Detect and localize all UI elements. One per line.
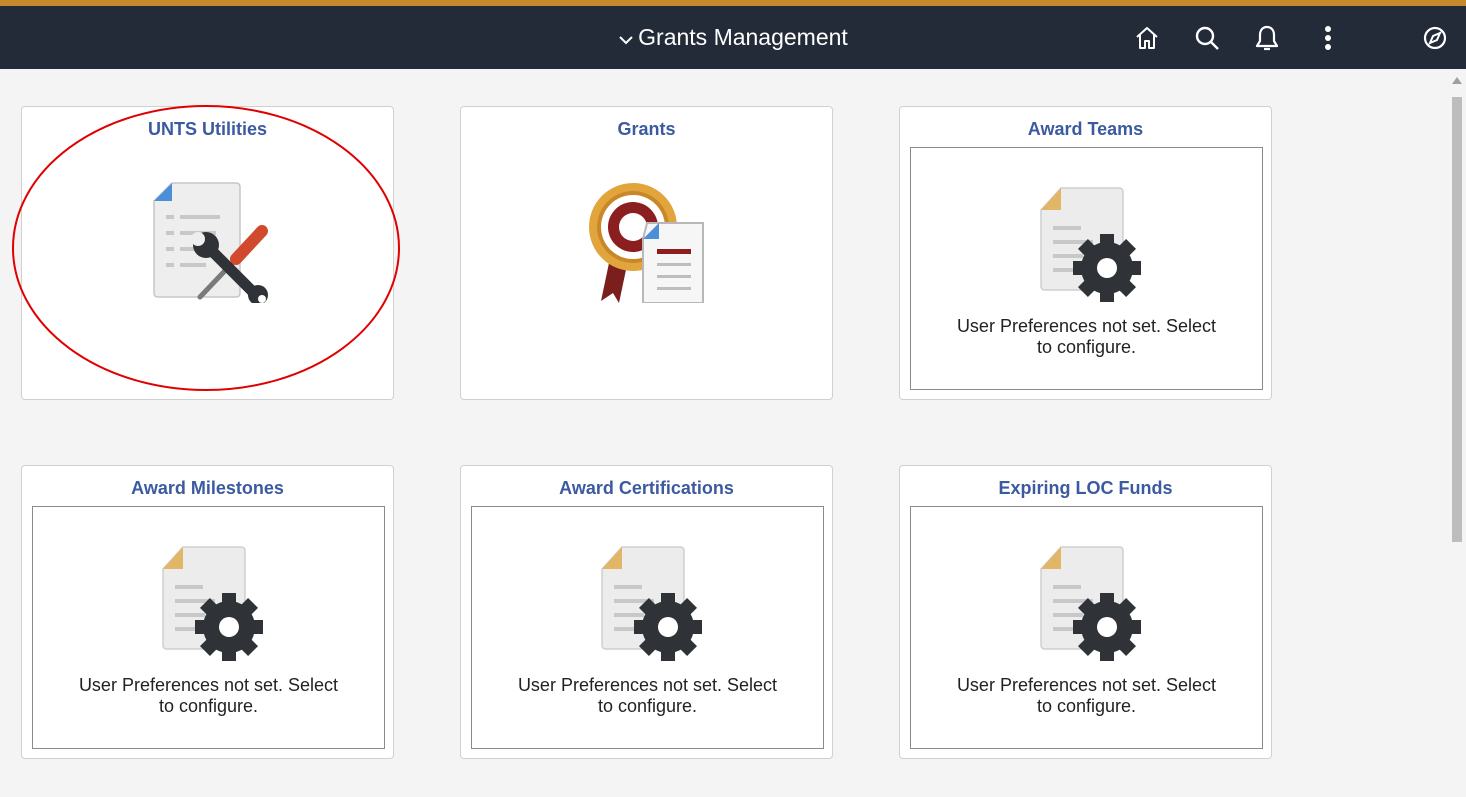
search-icon[interactable] xyxy=(1190,21,1224,55)
more-vertical-icon[interactable] xyxy=(1311,21,1345,55)
document-tools-icon xyxy=(150,179,274,308)
page-title: Grants Management xyxy=(638,24,848,50)
tile-grants[interactable]: Grants xyxy=(460,106,833,400)
configure-message: User Preferences not set. Select to conf… xyxy=(78,675,339,716)
tile-unts-utilities[interactable]: UNTS Utilities xyxy=(21,106,394,400)
tile-title: UNTS Utilities xyxy=(147,119,267,139)
document-gear-icon xyxy=(596,545,706,663)
tile-title: Expiring LOC Funds xyxy=(998,478,1173,498)
document-gear-icon xyxy=(1035,545,1145,663)
navigation-title-dropdown[interactable]: Grants Management xyxy=(0,6,1466,69)
award-ribbon-document-icon xyxy=(587,179,711,308)
tile-content-area[interactable]: User Preferences not set. Select to conf… xyxy=(910,506,1263,749)
tile-title: Award Milestones xyxy=(131,478,284,498)
scroll-up-arrow-icon[interactable] xyxy=(1452,77,1462,84)
home-icon[interactable] xyxy=(1130,21,1164,55)
configure-message: User Preferences not set. Select to conf… xyxy=(956,675,1217,716)
configure-message: User Preferences not set. Select to conf… xyxy=(956,316,1217,357)
tile-award-certifications[interactable]: Award Certifications User Preferences no… xyxy=(460,465,833,759)
tile-title: Award Certifications xyxy=(559,478,734,498)
tile-content-area[interactable]: User Preferences not set. Select to conf… xyxy=(471,506,824,749)
scrollbar-thumb[interactable] xyxy=(1452,97,1462,542)
top-navigation-bar: Grants Management xyxy=(0,6,1466,69)
tile-content-area[interactable]: User Preferences not set. Select to conf… xyxy=(910,147,1263,390)
compass-icon[interactable] xyxy=(1418,21,1452,55)
document-gear-icon xyxy=(157,545,267,663)
document-gear-icon xyxy=(1035,186,1145,304)
tile-grid: UNTS Utilities Grants Award Teams User P… xyxy=(0,69,1448,797)
tile-title: Grants xyxy=(617,119,676,139)
configure-message: User Preferences not set. Select to conf… xyxy=(517,675,778,716)
chevron-down-icon xyxy=(618,25,634,52)
tile-content-area[interactable]: User Preferences not set. Select to conf… xyxy=(32,506,385,749)
vertical-scrollbar[interactable] xyxy=(1448,69,1466,797)
tile-expiring-loc-funds[interactable]: Expiring LOC Funds User Preferences not … xyxy=(899,465,1272,759)
bell-icon[interactable] xyxy=(1250,21,1284,55)
tile-award-milestones[interactable]: Award Milestones User Preferences not se… xyxy=(21,465,394,759)
tile-award-teams[interactable]: Award Teams User Preferences not set. Se… xyxy=(899,106,1272,400)
tile-title: Award Teams xyxy=(1027,119,1144,139)
